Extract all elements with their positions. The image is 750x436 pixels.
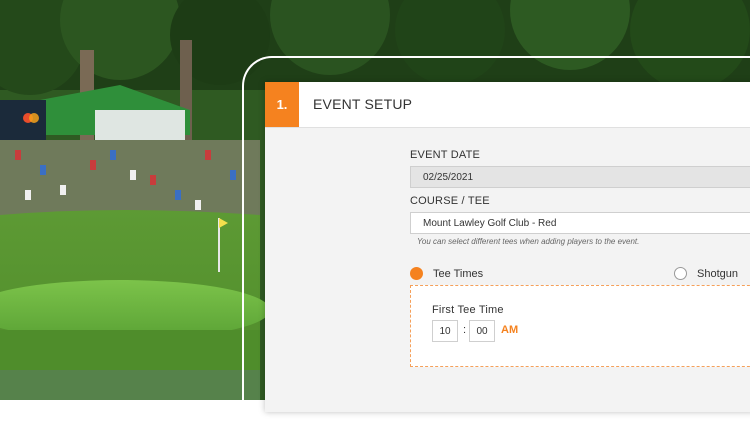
step-badge: 1.: [265, 82, 299, 127]
shotgun-radio[interactable]: [674, 267, 687, 280]
tee-times-label[interactable]: Tee Times: [433, 268, 483, 280]
panel-header: 1. EVENT SETUP: [265, 82, 750, 128]
first-tee-time-label: First Tee Time: [432, 304, 504, 316]
event-date-label: EVENT DATE: [410, 149, 481, 161]
tee-times-radio[interactable]: [410, 267, 423, 280]
course-tee-label: COURSE / TEE: [410, 195, 490, 207]
section-title: EVENT SETUP: [313, 96, 413, 112]
minute-input[interactable]: 00: [469, 320, 495, 342]
hour-input[interactable]: 10: [432, 320, 458, 342]
course-tee-select[interactable]: Mount Lawley Golf Club - Red: [410, 212, 750, 234]
time-separator: :: [463, 324, 467, 336]
am-pm-toggle[interactable]: AM: [501, 324, 518, 336]
event-setup-panel: 1. EVENT SETUP EVENT DATE 02/25/2021 COU…: [265, 82, 750, 412]
shotgun-label[interactable]: Shotgun: [697, 268, 738, 280]
course-tee-hint: You can select different tees when addin…: [417, 237, 640, 246]
event-date-field[interactable]: 02/25/2021: [410, 166, 750, 188]
tee-time-box: First Tee Time 10 : 00 AM: [410, 285, 750, 367]
